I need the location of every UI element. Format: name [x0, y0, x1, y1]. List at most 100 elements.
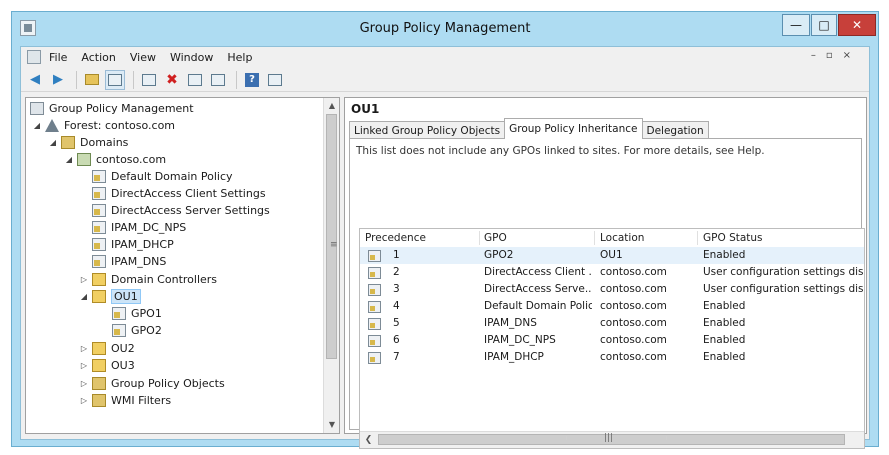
menu-view[interactable]: View: [130, 51, 156, 64]
back-arrow-icon: ◀: [30, 72, 40, 87]
tree-item-gpo-link[interactable]: IPAM_DHCP: [92, 236, 174, 253]
help-button[interactable]: ?: [242, 70, 262, 90]
menu-window[interactable]: Window: [170, 51, 213, 64]
menu-file[interactable]: File: [49, 51, 67, 64]
show-hide-tree-button[interactable]: [105, 69, 125, 90]
column-divider[interactable]: [479, 231, 480, 245]
tree-item-label: OU2: [111, 342, 135, 355]
table-row[interactable]: 4 Default Domain Policy contoso.com Enab…: [360, 298, 864, 315]
cell-gpo: Default Domain Policy: [484, 300, 592, 312]
console-icon[interactable]: [27, 50, 41, 64]
column-header-location[interactable]: Location: [600, 232, 644, 244]
maximize-button[interactable]: □: [811, 14, 837, 36]
tab-delegation[interactable]: Delegation: [641, 121, 709, 139]
collapse-icon[interactable]: ◢: [48, 138, 58, 147]
column-divider[interactable]: [697, 231, 698, 245]
ou-icon: [92, 359, 106, 372]
details-pane: OU1 Linked Group Policy Objects Group Po…: [344, 97, 867, 449]
tree-item-ou3[interactable]: ▷ OU3: [79, 357, 135, 374]
client-area: File Action View Window Help –▫× ◀ ▶ ✖ ?: [20, 46, 870, 449]
tree-item-ou2[interactable]: ▷ OU2: [79, 340, 135, 357]
tree-item-gpo-link[interactable]: GPO1: [112, 305, 162, 322]
minimize-icon: —: [790, 18, 802, 32]
maximize-icon: □: [818, 18, 830, 32]
tree-item-root[interactable]: Group Policy Management: [30, 100, 194, 117]
menu-help[interactable]: Help: [227, 51, 252, 64]
column-divider[interactable]: [594, 231, 595, 245]
column-header-status[interactable]: GPO Status: [703, 232, 763, 244]
tree-item-ou1[interactable]: ◢ OU1: [79, 288, 141, 305]
properties-button[interactable]: [139, 70, 159, 90]
export-list-button[interactable]: [185, 70, 205, 90]
tab-linked-gpos[interactable]: Linked Group Policy Objects: [349, 121, 506, 139]
help-icon: ?: [245, 72, 259, 87]
tree-item-gpo-link[interactable]: IPAM_DNS: [92, 253, 166, 270]
menu-action[interactable]: Action: [81, 51, 115, 64]
cell-precedence: 7: [393, 351, 400, 363]
delete-button[interactable]: ✖: [162, 70, 182, 90]
cell-gpo: IPAM_DHCP: [484, 351, 544, 363]
window-title: Group Policy Management: [359, 21, 531, 36]
title-bar[interactable]: Group Policy Management — □ ✕: [12, 12, 878, 46]
ou-icon: [92, 273, 106, 286]
gpo-icon: [368, 352, 381, 364]
tree-vertical-scrollbar[interactable]: ▲ ≡ ▼: [323, 98, 339, 433]
table-row[interactable]: 1 GPO2 OU1 Enabled: [360, 247, 864, 264]
scroll-left-icon[interactable]: ❮: [360, 432, 377, 448]
mdi-controls[interactable]: –▫×: [811, 50, 861, 61]
table-row[interactable]: 6 IPAM_DC_NPS contoso.com Enabled: [360, 332, 864, 349]
column-header-gpo[interactable]: GPO: [484, 232, 507, 244]
tree-item-label: GPO1: [131, 307, 162, 320]
collapse-icon[interactable]: ◢: [79, 292, 89, 301]
tree-item-domain[interactable]: ◢ contoso.com: [64, 151, 166, 168]
show-action-pane-button[interactable]: [265, 70, 285, 90]
tree-item-gpo-link[interactable]: DirectAccess Client Settings: [92, 185, 266, 202]
tree-item-domains[interactable]: ◢ Domains: [48, 134, 128, 151]
tree-item-domain-controllers[interactable]: ▷ Domain Controllers: [79, 271, 217, 288]
minimize-button[interactable]: —: [782, 14, 810, 36]
table-row[interactable]: 5 IPAM_DNS contoso.com Enabled: [360, 315, 864, 332]
refresh-icon: [211, 73, 225, 86]
console-tree[interactable]: Group Policy Management ◢ Forest: contos…: [25, 97, 340, 434]
scroll-up-icon[interactable]: ▲: [324, 98, 339, 114]
scrollbar-thumb[interactable]: ≡: [326, 114, 338, 359]
scroll-down-icon[interactable]: ▼: [324, 417, 339, 433]
inheritance-list[interactable]: Precedence GPO Location GPO Status 1 GPO…: [359, 228, 865, 449]
expand-icon[interactable]: ▷: [79, 275, 89, 284]
up-one-level-button[interactable]: [82, 70, 102, 90]
grip-icon: ≡: [330, 240, 338, 250]
forward-button[interactable]: ▶: [48, 70, 68, 90]
cell-gpo: IPAM_DNS: [484, 317, 537, 329]
tree-item-gpo-link[interactable]: Default Domain Policy: [92, 168, 233, 185]
table-row[interactable]: 2 DirectAccess Client ... contoso.com Us…: [360, 264, 864, 281]
refresh-button[interactable]: [208, 70, 228, 90]
expand-icon[interactable]: ▷: [79, 361, 89, 370]
cell-status: Enabled: [703, 317, 746, 329]
toolbar-separator: [133, 70, 134, 89]
scroll-right-icon[interactable]: ❯: [862, 432, 864, 448]
expand-icon[interactable]: ▷: [79, 379, 89, 388]
gpo-link-icon: [92, 221, 106, 234]
expand-icon[interactable]: ▷: [79, 396, 89, 405]
cell-precedence: 1: [393, 249, 400, 261]
back-button[interactable]: ◀: [25, 70, 45, 90]
forward-arrow-icon: ▶: [53, 72, 63, 87]
column-header-precedence[interactable]: Precedence: [365, 232, 426, 244]
collapse-icon[interactable]: ◢: [64, 155, 74, 164]
tree-item-forest[interactable]: ◢ Forest: contoso.com: [32, 117, 175, 134]
tree-item-wmi-filters[interactable]: ▷ WMI Filters: [79, 392, 171, 409]
tree-item-group-policy-objects[interactable]: ▷ Group Policy Objects: [79, 375, 225, 392]
table-row[interactable]: 7 IPAM_DHCP contoso.com Enabled: [360, 349, 864, 366]
tab-gpo-inheritance[interactable]: Group Policy Inheritance: [504, 118, 643, 139]
gpo-link-icon: [92, 238, 106, 251]
collapse-icon[interactable]: ◢: [32, 121, 42, 130]
close-icon: ✕: [851, 18, 863, 32]
close-button[interactable]: ✕: [838, 14, 876, 36]
tree-item-gpo-link[interactable]: IPAM_DC_NPS: [92, 219, 186, 236]
gpo-link-icon: [92, 187, 106, 200]
cell-precedence: 2: [393, 266, 400, 278]
table-row[interactable]: 3 DirectAccess Serve... contoso.com User…: [360, 281, 864, 298]
tree-item-gpo-link[interactable]: DirectAccess Server Settings: [92, 202, 270, 219]
tree-item-gpo-link[interactable]: GPO2: [112, 322, 162, 339]
expand-icon[interactable]: ▷: [79, 344, 89, 353]
